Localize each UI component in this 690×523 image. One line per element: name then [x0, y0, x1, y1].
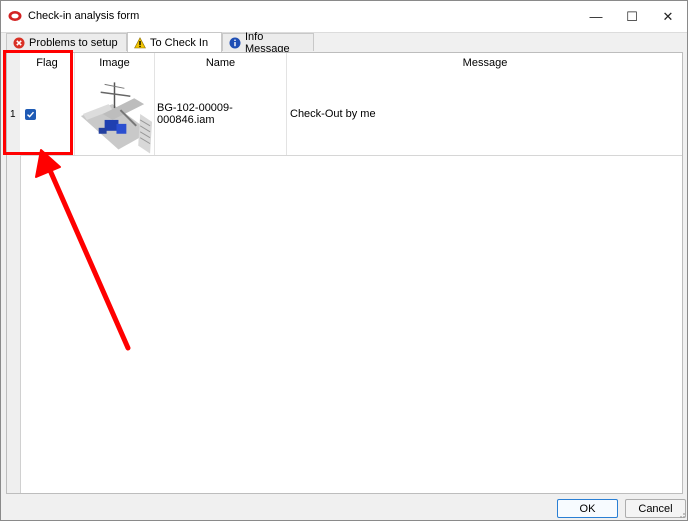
annotation-arrow-icon [35, 149, 131, 351]
